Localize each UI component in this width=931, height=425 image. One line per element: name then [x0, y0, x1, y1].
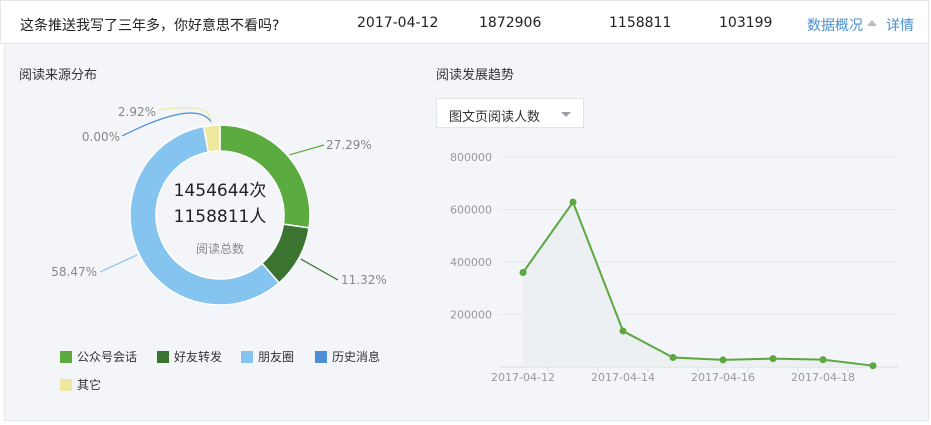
data-point-2017-04-17[interactable]	[769, 355, 777, 363]
trend-line-chart: 200000 400000 600000 800000 2017-04-12 2017-…	[450, 151, 898, 384]
x-tick-label: 2017-04-18	[791, 371, 855, 384]
y-tick-label: 800000	[450, 151, 492, 164]
data-point-2017-04-13[interactable]	[569, 198, 577, 206]
data-point-2017-04-12[interactable]	[519, 269, 527, 276]
data-point-2017-04-15[interactable]	[669, 354, 677, 362]
x-tick-label: 2017-04-12	[491, 371, 555, 384]
data-point-2017-04-16[interactable]	[719, 356, 727, 364]
x-tick-label: 2017-04-14	[591, 371, 655, 384]
y-tick-label: 200000	[450, 309, 492, 322]
data-point-2017-04-14[interactable]	[619, 327, 627, 335]
article-stats-page: 这条推送我写了三年多，你好意思不看吗? 2017-04-12 1872906 1…	[0, 0, 931, 425]
data-point-2017-04-18[interactable]	[819, 356, 827, 364]
y-tick-label: 400000	[450, 256, 492, 269]
x-tick-label: 2017-04-16	[691, 371, 755, 384]
series-area	[523, 202, 873, 367]
data-point-2017-04-19[interactable]	[869, 362, 877, 370]
y-tick-label: 600000	[450, 204, 492, 217]
